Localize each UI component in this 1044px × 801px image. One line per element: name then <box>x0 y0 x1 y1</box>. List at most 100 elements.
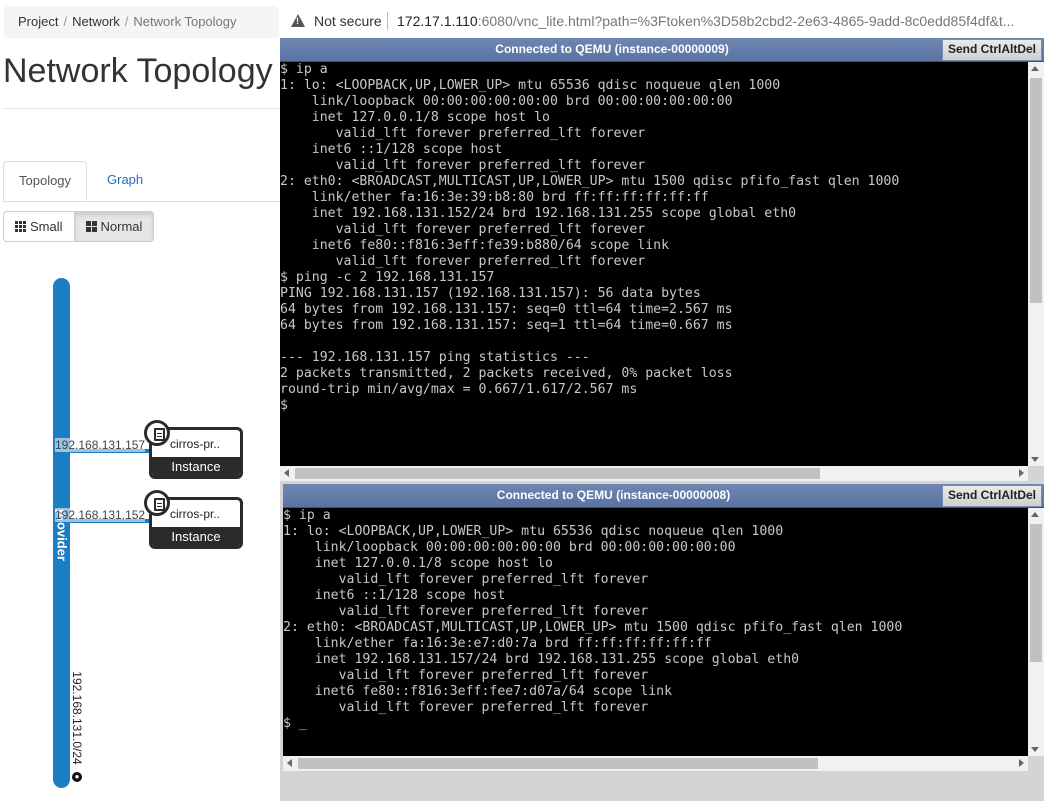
terminal-line: inet6 ::1/128 scope host <box>280 142 503 157</box>
tab-topology[interactable]: Topology <box>3 161 88 201</box>
terminal-line: valid_lft forever preferred_lft forever <box>280 158 646 173</box>
terminal-line: valid_lft forever preferred_lft forever <box>280 222 646 237</box>
terminal-line: $ ip a <box>280 62 328 77</box>
grid-large-icon <box>85 221 97 232</box>
scrollbar-thumb[interactable] <box>1030 78 1042 303</box>
scrollbar-thumb[interactable] <box>1030 524 1042 662</box>
scrollbar-thumb[interactable] <box>295 468 820 479</box>
vnc-status-text: Connected to QEMU (instance-00000009) <box>495 42 729 56</box>
breadcrumb-separator: / <box>63 14 68 29</box>
scroll-up-icon[interactable] <box>1031 512 1039 517</box>
terminal-line: $ ip a <box>283 508 331 523</box>
terminal-line: $ ping -c 2 192.168.131.157 <box>280 270 495 285</box>
scroll-right-icon[interactable] <box>1019 759 1024 767</box>
tab-graph[interactable]: Graph <box>92 161 158 201</box>
normal-view-button[interactable]: Normal <box>73 211 155 242</box>
instance-name: cirros-pr.. <box>170 507 221 521</box>
terminal-line: 1: lo: <LOOPBACK,UP,LOWER_UP> mtu 65536 … <box>280 78 781 93</box>
terminal-line: inet 127.0.0.1/8 scope host lo <box>283 556 553 571</box>
grid-small-icon <box>15 221 26 232</box>
security-indicator[interactable]: Not secure <box>314 13 382 29</box>
send-ctrlaltdel-button[interactable]: Send CtrlAltDel <box>941 485 1042 507</box>
breadcrumb-project-link[interactable]: Project <box>18 14 58 29</box>
terminal-line: valid_lft forever preferred_lft forever <box>283 604 649 619</box>
scrollbar-thumb[interactable] <box>298 758 818 769</box>
terminal-line: inet6 fe80::f816:3eff:fe39:b880/64 scope… <box>280 238 670 253</box>
terminal-line: --- 192.168.131.157 ping statistics --- <box>280 350 590 365</box>
scroll-left-icon[interactable] <box>287 759 292 767</box>
warning-icon <box>291 14 305 27</box>
terminal-line: inet6 fe80::f816:3eff:fee7:d07a/64 scope… <box>283 684 673 699</box>
vnc-console-instance-9: Connected to QEMU (instance-00000009) Se… <box>280 38 1044 481</box>
terminal-line: 2 packets transmitted, 2 packets receive… <box>280 366 733 381</box>
scroll-left-icon[interactable] <box>284 469 289 477</box>
scroll-up-icon[interactable] <box>1031 66 1039 71</box>
terminal-line: valid_lft forever preferred_lft forever <box>283 700 649 715</box>
terminal-line: inet 192.168.131.152/24 brd 192.168.131.… <box>280 206 797 221</box>
terminal-line: PING 192.168.131.157 (192.168.131.157): … <box>280 286 701 301</box>
instance-icon <box>144 490 170 516</box>
url-path: :6080/vnc_lite.html?path=%3Ftoken%3D58b2… <box>477 13 1015 29</box>
terminal-screen[interactable]: $ ip a 1: lo: <LOOPBACK,UP,LOWER_UP> mtu … <box>280 62 1028 466</box>
globe-icon: ● <box>72 772 82 782</box>
send-ctrlaltdel-button[interactable]: Send CtrlAltDel <box>941 39 1042 61</box>
vnc-browser-window: Not secure 172.17.1.110:6080/vnc_lite.ht… <box>280 0 1044 801</box>
small-view-label: Small <box>30 219 63 234</box>
instance-name: cirros-pr.. <box>170 437 221 451</box>
instance-icon <box>144 420 170 446</box>
horizontal-scrollbar[interactable] <box>280 466 1028 481</box>
title-divider <box>3 108 280 109</box>
terminal-line: valid_lft forever preferred_lft forever <box>283 572 649 587</box>
address-bar[interactable]: Not secure 172.17.1.110:6080/vnc_lite.ht… <box>280 0 1044 42</box>
terminal-line: inet 127.0.0.1/8 scope host lo <box>280 110 550 125</box>
vertical-scrollbar[interactable] <box>1028 508 1044 756</box>
breadcrumb-current: Network Topology <box>133 14 237 29</box>
terminal-line: valid_lft forever preferred_lft forever <box>280 254 646 269</box>
scroll-down-icon[interactable] <box>1031 457 1039 462</box>
topology-tabs: Topology Graph <box>3 161 280 202</box>
terminal-line: 2: eth0: <BROADCAST,MULTICAST,UP,LOWER_U… <box>280 174 900 189</box>
address-divider <box>387 12 388 30</box>
network-cidr-label: 192.168.131.0/24 <box>70 671 84 765</box>
vnc-console-instance-8: Connected to QEMU (instance-00000008) Se… <box>283 484 1044 772</box>
terminal-output: $ ip a 1: lo: <LOOPBACK,UP,LOWER_UP> mtu … <box>283 508 1028 732</box>
terminal-line: link/ether fa:16:3e:39:b8:80 brd ff:ff:f… <box>280 190 709 205</box>
terminal-line: valid_lft forever preferred_lft forever <box>280 126 646 141</box>
instance-type: Instance <box>152 527 240 546</box>
view-size-toggle: Small Normal <box>3 211 155 242</box>
vnc-status-bar: Connected to QEMU (instance-00000008) Se… <box>283 484 1044 508</box>
terminal-line: valid_lft forever preferred_lft forever <box>283 668 649 683</box>
terminal-line: 2: eth0: <BROADCAST,MULTICAST,UP,LOWER_U… <box>283 620 903 635</box>
terminal-output: $ ip a 1: lo: <LOOPBACK,UP,LOWER_UP> mtu … <box>280 62 1028 414</box>
breadcrumb: Project / Network / Network Topology <box>4 6 279 38</box>
horizontal-scrollbar[interactable] <box>283 756 1028 771</box>
normal-view-label: Normal <box>100 219 143 234</box>
terminal-line: link/ether fa:16:3e:e7:d0:7a brd ff:ff:f… <box>283 636 712 651</box>
page-title: Network Topology <box>3 52 273 90</box>
terminal-line: 1: lo: <LOOPBACK,UP,LOWER_UP> mtu 65536 … <box>283 524 784 539</box>
breadcrumb-network-link[interactable]: Network <box>72 14 120 29</box>
terminal-line: round-trip min/avg/max = 0.667/1.617/2.5… <box>280 382 638 397</box>
vnc-status-text: Connected to QEMU (instance-00000008) <box>496 488 731 502</box>
terminal-line: link/loopback 00:00:00:00:00:00 brd 00:0… <box>280 94 733 109</box>
url-text[interactable]: 172.17.1.110:6080/vnc_lite.html?path=%3F… <box>397 13 1037 29</box>
small-view-button[interactable]: Small <box>3 211 75 242</box>
terminal-line: 64 bytes from 192.168.131.157: seq=0 ttl… <box>280 302 733 317</box>
instance-type: Instance <box>152 457 240 476</box>
terminal-line: $ _ <box>283 716 307 731</box>
breadcrumb-separator: / <box>124 14 129 29</box>
port-ip-label: 192.168.131.157 <box>55 438 146 452</box>
vertical-scrollbar[interactable] <box>1028 62 1044 466</box>
terminal-line: $ <box>280 398 296 413</box>
scroll-right-icon[interactable] <box>1019 469 1024 477</box>
network-cidr: 192.168.131.0/24 <box>69 671 85 765</box>
terminal-line: 64 bytes from 192.168.131.157: seq=1 ttl… <box>280 318 733 333</box>
terminal-screen[interactable]: $ ip a 1: lo: <LOOPBACK,UP,LOWER_UP> mtu … <box>283 508 1028 756</box>
scroll-down-icon[interactable] <box>1031 747 1039 752</box>
terminal-line: link/loopback 00:00:00:00:00:00 brd 00:0… <box>283 540 736 555</box>
url-host: 172.17.1.110 <box>397 13 478 29</box>
port-ip-label: 192.168.131.152 <box>55 508 146 522</box>
terminal-line: inet 192.168.131.157/24 brd 192.168.131.… <box>283 652 800 667</box>
vnc-status-bar: Connected to QEMU (instance-00000009) Se… <box>280 38 1044 62</box>
